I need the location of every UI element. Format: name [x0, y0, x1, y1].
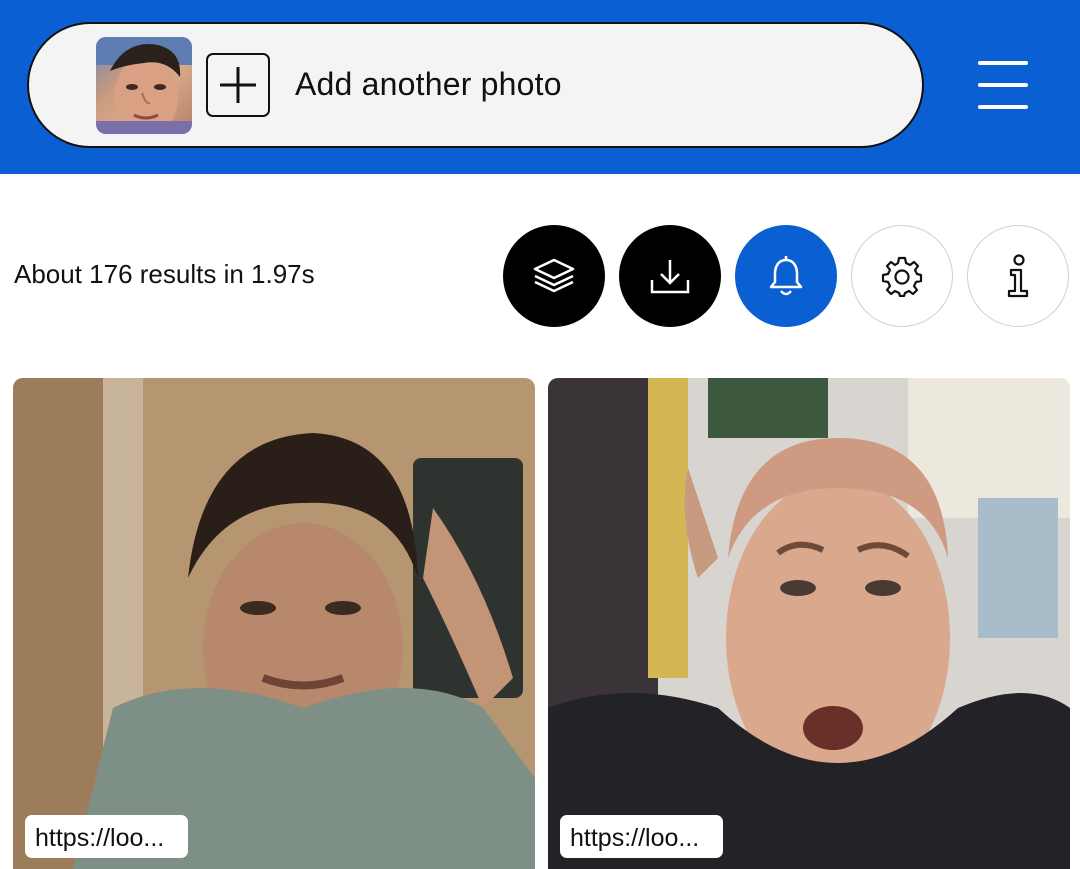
- layers-button[interactable]: [503, 225, 605, 327]
- result-image[interactable]: [13, 378, 535, 869]
- result-card[interactable]: https://loo...: [548, 378, 1070, 869]
- settings-button[interactable]: [851, 225, 953, 327]
- bell-icon: [769, 256, 803, 296]
- info-icon: [1007, 254, 1029, 298]
- add-photo-button[interactable]: [206, 53, 270, 117]
- plus-icon: [220, 67, 256, 103]
- info-button[interactable]: [967, 225, 1069, 327]
- uploaded-photo-thumbnail[interactable]: [96, 37, 192, 134]
- download-button[interactable]: [619, 225, 721, 327]
- top-bar: Add another photo: [0, 0, 1080, 174]
- result-url[interactable]: https://loo...: [560, 815, 723, 858]
- layers-icon: [533, 258, 575, 293]
- result-card[interactable]: https://loo...: [13, 378, 535, 869]
- hamburger-menu-icon[interactable]: [978, 61, 1028, 109]
- results-summary: About 176 results in 1.97s: [14, 259, 315, 289]
- gear-icon: [881, 256, 923, 297]
- download-icon: [650, 260, 690, 294]
- alerts-button[interactable]: [735, 225, 837, 327]
- result-url[interactable]: https://loo...: [25, 815, 188, 858]
- add-photo-label[interactable]: Add another photo: [295, 66, 562, 103]
- result-image[interactable]: [548, 378, 1070, 869]
- photo-search-pill[interactable]: Add another photo: [27, 22, 924, 148]
